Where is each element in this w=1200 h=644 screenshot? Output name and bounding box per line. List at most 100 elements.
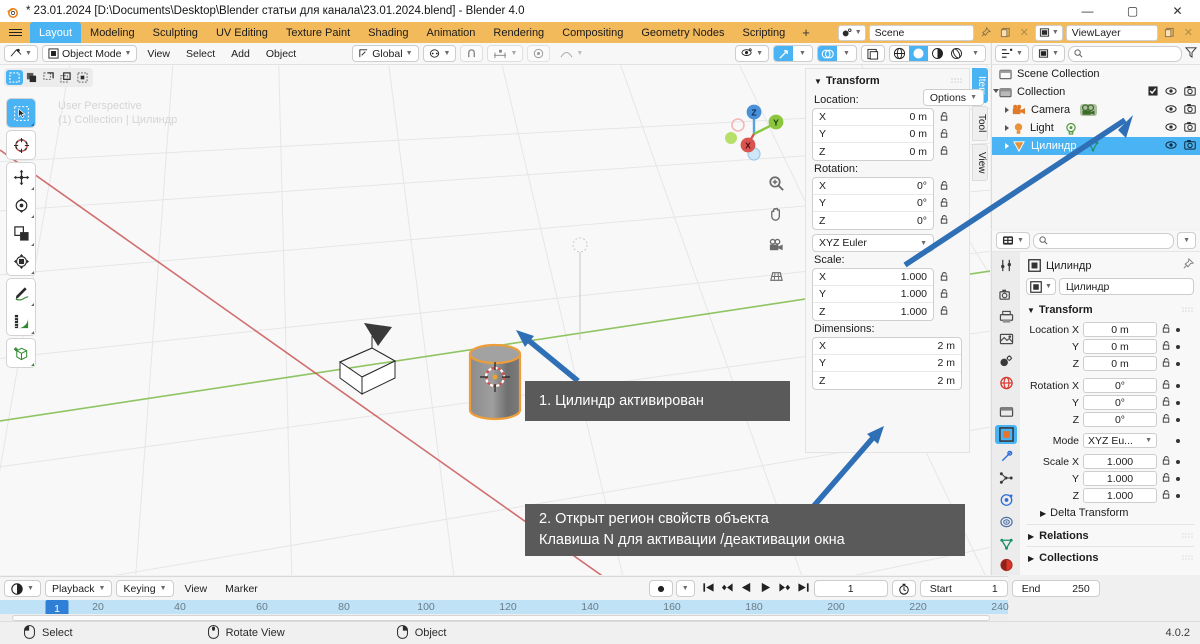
overlay-options-caret[interactable]: ▼ [837, 46, 856, 61]
shading-options-caret[interactable]: ▼ [966, 46, 985, 61]
npanel-rotation-y[interactable]: Y 0° [813, 195, 933, 212]
timeline-scrollbar[interactable] [0, 614, 1008, 621]
camera-data-icon[interactable] [1080, 104, 1098, 116]
camera-render-icon[interactable] [1184, 139, 1196, 153]
viewlayer-name-field[interactable]: ViewLayer [1065, 24, 1158, 41]
npanel-item[interactable]: ▼ Transform Location: X0 m Y0 m Z0 m Rot… [805, 68, 970, 453]
tab-physics-icon[interactable] [995, 490, 1017, 509]
npanel-dimensions-z[interactable]: Z 2 m [813, 372, 961, 389]
prop-rotation-mode[interactable]: Mode XYZ Eu... ▼ [1026, 432, 1194, 449]
camera-render-icon[interactable] [1184, 121, 1196, 135]
delete-viewlayer-icon[interactable]: ✕ [1181, 25, 1196, 41]
tab-object-icon[interactable] [995, 424, 1017, 444]
eye-icon[interactable] [1165, 104, 1177, 117]
npanel-tab-view[interactable]: View [972, 143, 988, 182]
delete-scene-icon[interactable]: ✕ [1017, 25, 1032, 41]
timeline-playback-menu[interactable]: Playback ▼ [44, 580, 113, 597]
npanel-location-y[interactable]: Y 0 m [813, 126, 933, 143]
animate-property-dot[interactable] [1176, 476, 1180, 481]
collection-checkbox[interactable] [1148, 85, 1158, 99]
navigation-gizmo[interactable]: Z Y X [718, 98, 790, 170]
zoom-icon[interactable] [768, 175, 785, 195]
camera-render-icon[interactable] [1184, 85, 1196, 99]
object-browse-button[interactable]: ▼ [1026, 278, 1056, 295]
play-icon[interactable] [759, 581, 772, 597]
lock-icon[interactable] [1161, 396, 1172, 410]
lock-location-y-icon[interactable] [939, 125, 950, 142]
auto-keying-options-caret[interactable]: ▼ [675, 580, 695, 597]
animate-property-dot[interactable] [1176, 438, 1180, 443]
lock-icon[interactable] [1161, 413, 1172, 427]
animate-property-dot[interactable] [1176, 344, 1180, 349]
start-frame-field[interactable]: Start 1 [919, 580, 1008, 597]
expand-collection-icon[interactable] [992, 88, 999, 96]
outliner-editor[interactable]: ▼ ▼ Scene Collection Collection Camera L… [991, 43, 1200, 229]
editor-type-button[interactable]: ▼ [4, 45, 38, 62]
row-value[interactable]: 0 m [1083, 356, 1157, 371]
tab-animation[interactable]: Animation [418, 22, 485, 43]
animate-property-dot[interactable] [1176, 383, 1180, 388]
prop-rotation-y[interactable]: Y 0° [1026, 394, 1194, 411]
tab-shading[interactable]: Shading [359, 22, 417, 43]
minimize-button[interactable]: — [1065, 0, 1110, 22]
show-gizmo-icon[interactable] [774, 46, 793, 61]
menu-select[interactable]: Select [180, 45, 221, 62]
expand-light-icon[interactable] [992, 125, 1012, 131]
new-viewlayer-icon[interactable] [1161, 25, 1178, 41]
tab-scripting[interactable]: Scripting [733, 22, 794, 43]
object-mode-dropdown[interactable]: Object Mode ▼ [41, 45, 138, 62]
lock-scale-x-icon[interactable] [939, 268, 950, 285]
select-intersect-icon[interactable] [74, 70, 91, 85]
next-keyframe-icon[interactable] [778, 581, 791, 597]
tab-layout[interactable]: Layout [30, 22, 82, 43]
properties-transform-header[interactable]: ▼ Transform [1026, 301, 1194, 321]
expand-camera-icon[interactable] [992, 107, 1012, 113]
scene-browse-icon[interactable]: ▼ [837, 24, 866, 41]
select-subtract-icon[interactable] [40, 70, 57, 85]
show-overlays-icon[interactable] [818, 46, 837, 61]
prop-rotation-x[interactable]: Rotation X 0° [1026, 377, 1194, 394]
light-data-icon[interactable] [1064, 122, 1078, 135]
properties-relations-header[interactable]: ▶ Relations [1026, 524, 1194, 546]
select-mode-group[interactable] [4, 68, 93, 87]
properties-options-button[interactable]: ▼ [1177, 232, 1196, 249]
menu-view[interactable]: View [141, 45, 176, 62]
row-value[interactable]: 0° [1083, 378, 1157, 393]
transform-tool[interactable] [7, 247, 35, 275]
animate-property-dot[interactable] [1176, 459, 1180, 464]
properties-search-input[interactable] [1032, 232, 1175, 249]
close-button[interactable]: ✕ [1155, 0, 1200, 22]
menu-object[interactable]: Object [260, 45, 302, 62]
snap-target-dropdown[interactable]: ▼ [422, 45, 457, 62]
animate-property-dot[interactable] [1176, 361, 1180, 366]
prop-location-y[interactable]: Y 0 m [1026, 338, 1194, 355]
lock-icon[interactable] [1161, 323, 1172, 337]
tab-tool-icon[interactable] [995, 256, 1017, 275]
outliner-row-cylinder[interactable]: Цилиндр [992, 137, 1200, 155]
lock-rotation-x-icon[interactable] [939, 177, 950, 194]
wireframe-icon[interactable] [890, 46, 909, 61]
pin-scene-icon[interactable] [977, 25, 994, 41]
outliner-display-mode-button[interactable]: ▼ [1031, 45, 1065, 62]
select-box-icon[interactable] [6, 70, 23, 85]
prop-scale-x[interactable]: Scale X 1.000 [1026, 453, 1194, 470]
lock-location-z-icon[interactable] [939, 142, 950, 159]
properties-delta-transform-header[interactable]: ▶ Delta Transform [1026, 504, 1194, 524]
play-reverse-icon[interactable] [740, 581, 753, 597]
visibility-dropdown[interactable]: ▼ [735, 45, 769, 62]
add-workspace-button[interactable]: + [794, 22, 818, 43]
npanel-dimensions-y[interactable]: Y 2 m [813, 355, 961, 372]
properties-editor[interactable]: ▼ ▼ Цилиндр ▼ Цилиндр ▼ Transform Locati… [991, 230, 1200, 575]
expand-cylinder-icon[interactable] [992, 143, 1012, 149]
proportional-editing-dropdown[interactable]: ▼ [487, 45, 524, 62]
tab-uv-editing[interactable]: UV Editing [207, 22, 277, 43]
gizmo-toggle-group[interactable]: ▼ [773, 45, 813, 62]
outliner-search-input[interactable] [1067, 45, 1182, 62]
npanel-rotation-z[interactable]: Z 0° [813, 212, 933, 229]
timeline-editor[interactable]: ▼ Playback ▼ Keying ▼ View Marker ▼ 1 St… [0, 576, 1100, 622]
end-frame-field[interactable]: End 250 [1011, 580, 1100, 597]
rendered-icon[interactable] [947, 46, 966, 61]
lock-icon[interactable] [1161, 455, 1172, 469]
drag-dots-icon[interactable] [1182, 306, 1194, 314]
animate-property-dot[interactable] [1176, 400, 1180, 405]
